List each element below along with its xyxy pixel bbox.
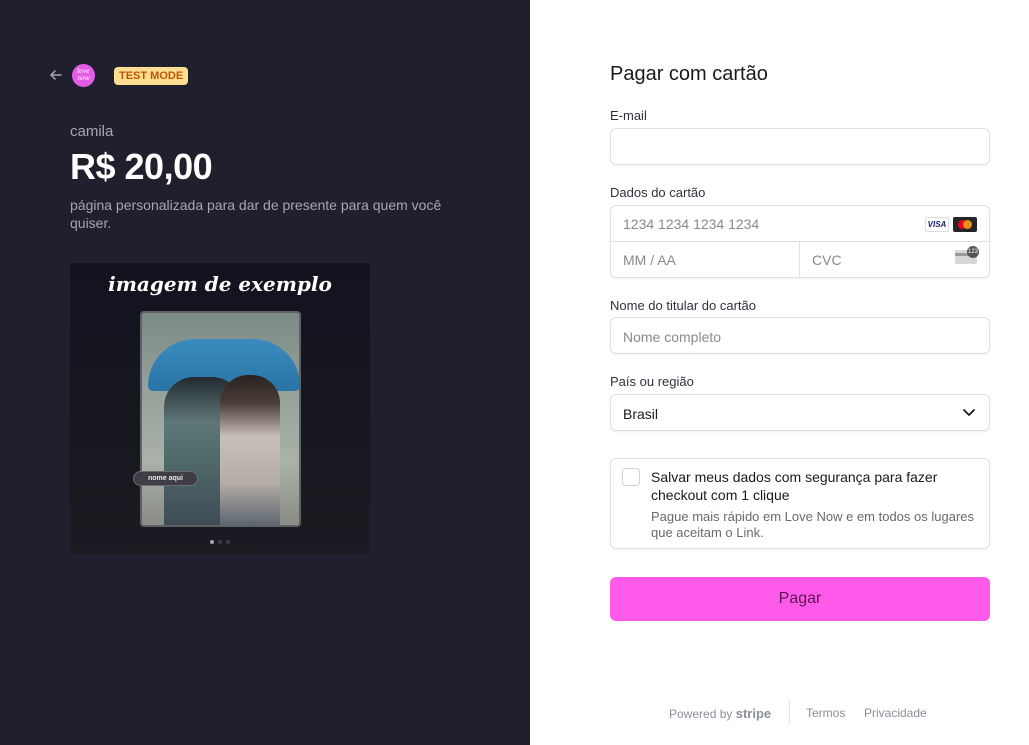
privacy-link[interactable]: Privacidade: [864, 706, 927, 720]
card-number-input[interactable]: 1234 1234 1234 1234 VISA: [611, 206, 989, 242]
test-mode-badge: TEST MODE: [114, 67, 189, 85]
email-field[interactable]: [610, 128, 990, 165]
cardholder-name-input[interactable]: Nome completo: [610, 317, 990, 354]
pay-button[interactable]: Pagar: [610, 577, 990, 621]
cardholder-name-placeholder: Nome completo: [623, 329, 722, 345]
mastercard-icon: [953, 217, 977, 232]
card-number-placeholder: 1234 1234 1234 1234: [623, 216, 760, 232]
powered-by-stripe[interactable]: Powered by stripe: [669, 706, 771, 721]
stripe-logo: stripe: [735, 706, 772, 721]
merchant-name: camila: [70, 123, 114, 140]
preview-title: imagem de exemplo: [108, 272, 332, 296]
card-details-label: Dados do cartão: [610, 185, 706, 200]
save-info-subtitle: Pague mais rápido em Love Now e em todos…: [651, 509, 975, 540]
cvc-card-icon: 123: [955, 246, 979, 264]
cvc-placeholder: CVC: [812, 252, 842, 268]
person-figure: [220, 375, 280, 525]
powered-by-label: Powered by: [669, 707, 733, 721]
expiry-input[interactable]: MM / AA: [611, 242, 800, 277]
email-label: E-mail: [610, 108, 647, 123]
order-summary-panel: love now TEST MODE camila R$ 20,00 págin…: [0, 0, 530, 745]
carousel-dot[interactable]: [218, 540, 222, 544]
expiry-placeholder: MM / AA: [623, 252, 676, 268]
footer-divider: [789, 701, 790, 723]
save-info-checkbox[interactable]: [622, 468, 640, 486]
country-select[interactable]: Brasil: [610, 394, 990, 431]
country-label: País ou região: [610, 374, 694, 389]
name-tag: nome aqui: [133, 471, 198, 486]
save-info-box: Salvar meus dados com segurança para faz…: [610, 458, 990, 549]
back-arrow-icon[interactable]: [48, 67, 64, 83]
save-info-title: Salvar meus dados com segurança para faz…: [651, 469, 938, 503]
product-description: página personalizada para dar de present…: [70, 197, 442, 231]
visa-icon: VISA: [925, 217, 949, 232]
country-value: Brasil: [623, 406, 659, 422]
couple-photo: [140, 311, 301, 527]
merchant-logo: love now: [72, 64, 95, 87]
carousel-dots: [210, 540, 230, 544]
cvc-input[interactable]: CVC 123: [800, 242, 989, 277]
carousel-dot[interactable]: [210, 540, 214, 544]
card-details-group: 1234 1234 1234 1234 VISA MM / AA CVC 123: [610, 205, 990, 278]
terms-link[interactable]: Termos: [806, 706, 845, 720]
price-amount: R$ 20,00: [70, 146, 213, 187]
carousel-dot[interactable]: [226, 540, 230, 544]
chevron-down-icon: [962, 405, 976, 419]
product-preview-image: imagem de exemplo nome aqui: [70, 263, 370, 554]
cardholder-name-label: Nome do titular do cartão: [610, 298, 756, 313]
form-title: Pagar com cartão: [610, 63, 768, 85]
